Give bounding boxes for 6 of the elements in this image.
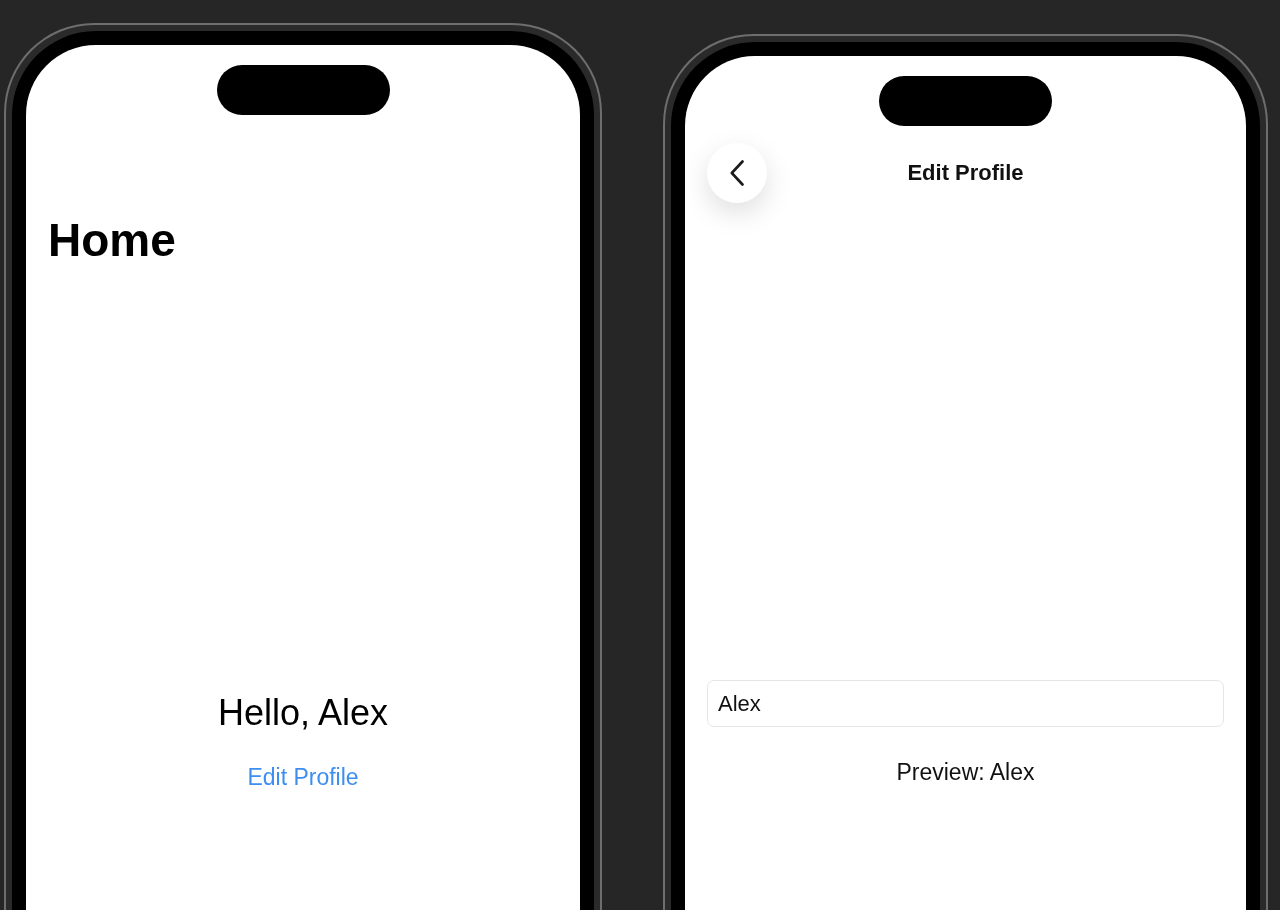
greeting-text: Hello, Alex <box>217 693 389 733</box>
nav-title: Edit Profile <box>907 159 1024 187</box>
preview-text: Preview: Alex <box>896 758 1035 787</box>
name-input-field[interactable]: Alex <box>707 680 1224 727</box>
chevron-left-icon <box>730 160 744 186</box>
page-title: Home <box>48 216 176 264</box>
